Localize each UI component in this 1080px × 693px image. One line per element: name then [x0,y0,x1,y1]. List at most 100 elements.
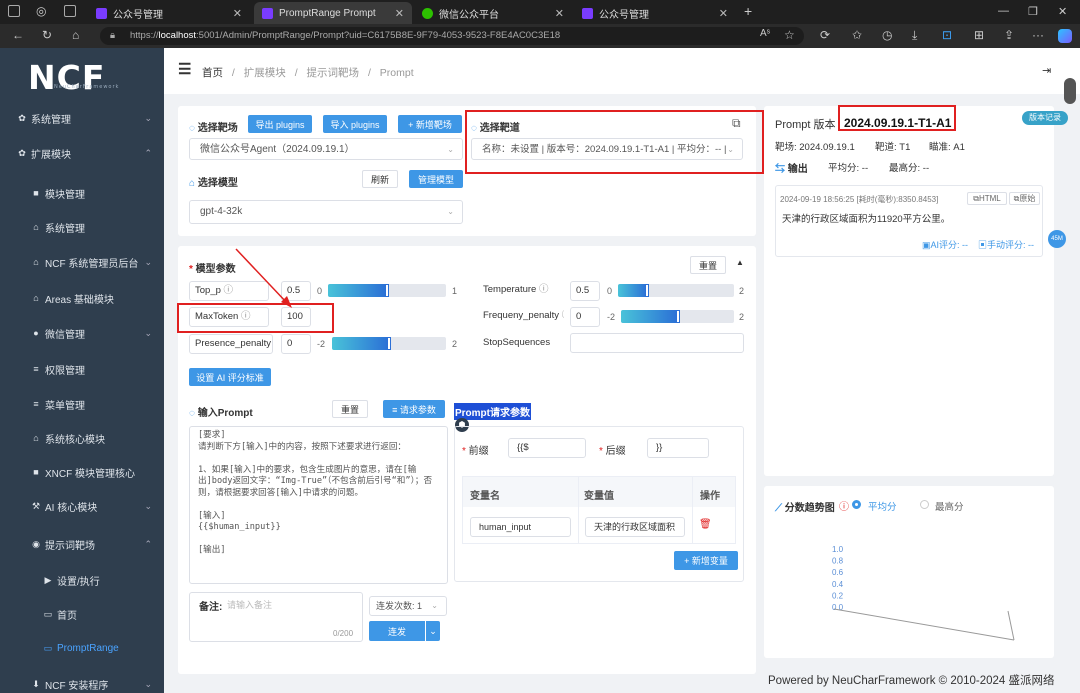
sidebar-item[interactable]: ⬇ NCF 安装程序 ⌄ [0,672,164,693]
read-aloud-icon[interactable]: Aˢ [760,28,770,39]
tab-actions-icon[interactable] [64,5,76,17]
slider-handle[interactable] [645,284,649,297]
sidebar-item[interactable]: ⌂ NCF 系统管理员后台 ⌄ [0,250,164,274]
browser-tab[interactable]: 公众号管理 ✕ [574,2,736,24]
extensions-icon[interactable]: ⟳ [820,28,830,42]
copilot-icon[interactable] [1058,29,1072,43]
temperature-slider[interactable] [618,284,734,297]
send-dropdown-button[interactable]: ⌄ [426,621,440,641]
download-icon[interactable]: ⤓ [912,28,917,43]
model-select[interactable]: gpt-4-32k ⌄ [189,200,463,224]
browser-menu-icon[interactable] [8,5,20,17]
sidebar-item[interactable]: ≡ 菜单管理 [0,392,164,416]
import-plugins-button[interactable]: 导入 plugins [323,115,387,133]
new-target-button[interactable]: + 新增靶场 [398,115,462,133]
sidebar-item[interactable]: ● 微信管理 ⌄ [0,321,164,345]
slider-handle[interactable] [385,284,389,297]
floating-badge[interactable]: 45M [1048,230,1066,248]
url-input[interactable]: 🔒︎ https://localhost:5001/Admin/PromptRa… [100,27,804,45]
result-html-button[interactable]: ⧉ HTML [967,192,1007,205]
restore-icon[interactable]: ❐ [1028,5,1038,18]
page-scrollbar[interactable] [1064,78,1076,104]
help-icon[interactable]: ⓘ [839,498,849,513]
breadcrumb-home[interactable]: 首页 [202,67,223,79]
prompt-reset-button[interactable]: 重置 [332,400,368,418]
sidebar-item[interactable]: ▶ 设置/执行 [0,568,164,592]
refresh-model-button[interactable]: 刷新 [362,170,398,188]
new-tab-button[interactable]: + [744,3,752,19]
request-params-button[interactable]: ≡ 请求参数 [383,400,445,418]
variable-value-input[interactable]: 天津的行政区域面积 [585,517,685,537]
browser-tab-active[interactable]: PromptRange Prompt ✕ [254,2,412,24]
slider-handle[interactable] [675,310,680,323]
sidebar-item[interactable]: ▭ 首页 [0,602,164,626]
sidebar-item[interactable]: ⚒ AI 核心模块 ⌄ [0,494,164,518]
sidebar-item[interactable]: ◉ 提示词靶场 ⌃ [0,532,164,556]
suffix-input[interactable]: }} [647,438,709,458]
result-raw-button[interactable]: ⧉ 原始 [1009,192,1040,205]
ai-score[interactable]: ▣AI评分: -- [922,238,968,251]
sidebar-item[interactable]: ⌂ 系统核心模块 [0,426,164,450]
send-button[interactable]: 连发 [369,621,425,641]
set-ai-score-button[interactable]: 设置 AI 评分标准 [189,368,271,386]
workspaces-icon[interactable]: ◎ [36,4,46,18]
target-select[interactable]: 微信公众号Agent（2024.09.19.1） ⌄ [189,138,463,160]
radio-max[interactable] [920,500,929,509]
params-reset-button[interactable]: 重置 [690,256,726,274]
home-icon[interactable]: ⌂ [72,28,79,42]
sidebar-item[interactable]: ▭ PromptRange [0,636,164,660]
slider-handle[interactable] [387,337,391,350]
top-p-slider[interactable] [328,284,446,297]
manual-score[interactable]: ▣手动评分: -- [978,238,1034,251]
sidebar-item[interactable]: ≡ 权限管理 [0,357,164,381]
sidebar-item[interactable]: ⌂ 系统管理 [0,215,164,239]
radio-avg-label[interactable]: 平均分 [868,499,897,513]
sidebar-item[interactable]: ■ 模块管理 [0,181,164,205]
tab-close-icon[interactable]: ✕ [395,7,404,20]
breadcrumb-extensions[interactable]: 扩展模块 [244,67,286,79]
sidebar-item[interactable]: ■ XNCF 模块管理核心 [0,460,164,484]
tab-close-icon[interactable]: ✕ [719,7,728,20]
presence-penalty-slider[interactable] [332,337,446,350]
browser-tab[interactable]: 公众号管理 ✕ [88,2,250,24]
temperature-input[interactable]: 0.5 [570,281,600,301]
manage-model-button[interactable]: 管理模型 [409,170,463,188]
close-window-icon[interactable]: ✕ [1058,5,1067,18]
collapse-icon[interactable]: ▲ [736,258,744,267]
radio-max-label[interactable]: 最高分 [935,499,964,513]
history-icon[interactable]: ◷ [882,28,892,42]
collections-icon[interactable]: ⊞ [974,28,984,42]
breadcrumb-promptrange[interactable]: 提示词靶场 [307,67,360,79]
back-icon[interactable]: ← [12,28,24,42]
frequency-penalty-input[interactable]: 0 [570,307,600,327]
tab-close-icon[interactable]: ✕ [233,7,242,20]
refresh-icon[interactable]: ↻ [42,28,52,42]
sidebar-item[interactable]: ✿ 扩展模块 ⌃ [0,141,164,165]
frequency-penalty-slider[interactable] [621,310,734,323]
presence-penalty-input[interactable]: 0 [281,334,311,354]
minimize-icon[interactable]: — [998,5,1009,17]
variable-name-input[interactable]: human_input [470,517,571,537]
radio-avg-selected[interactable] [852,500,861,509]
prompt-textarea[interactable]: [要求] 请判断下方[输入]中的内容，按照下述要求进行返回： 1、如果[输入]中… [189,426,448,584]
delete-icon[interactable]: 🗑︎ [699,519,712,530]
tab-close-icon[interactable]: ✕ [555,7,564,20]
favorites-icon[interactable]: ✩ [852,28,862,42]
version-history-button[interactable]: 版本记录 [1022,111,1068,125]
menu-toggle-icon[interactable]: ☰ [178,62,191,77]
edge-bar-icon[interactable]: ⊡ [942,28,952,42]
add-variable-button[interactable]: + 新增变量 [674,551,738,570]
sidebar-item[interactable]: ⌂ Areas 基础模块 [0,286,164,310]
export-plugins-button[interactable]: 导出 plugins [248,115,312,133]
logout-icon[interactable]: ⇥ [1042,64,1051,77]
share-icon[interactable]: ⇪ [1004,28,1014,42]
stop-sequences-input[interactable] [570,333,744,353]
sidebar-item[interactable]: ✿ 系统管理 ⌄ [0,106,164,130]
top-p-input[interactable]: 0.5 [281,281,311,301]
browser-tab[interactable]: 微信公众平台 ✕ [414,2,572,24]
wechat-icon: ● [33,328,39,338]
favorite-star-icon[interactable]: ☆ [784,28,795,42]
more-menu-icon[interactable]: ··· [1032,28,1044,42]
repeat-count-select[interactable]: 连发次数: 1 ⌄ [369,596,447,616]
prefix-input[interactable]: {{$ [508,438,586,458]
